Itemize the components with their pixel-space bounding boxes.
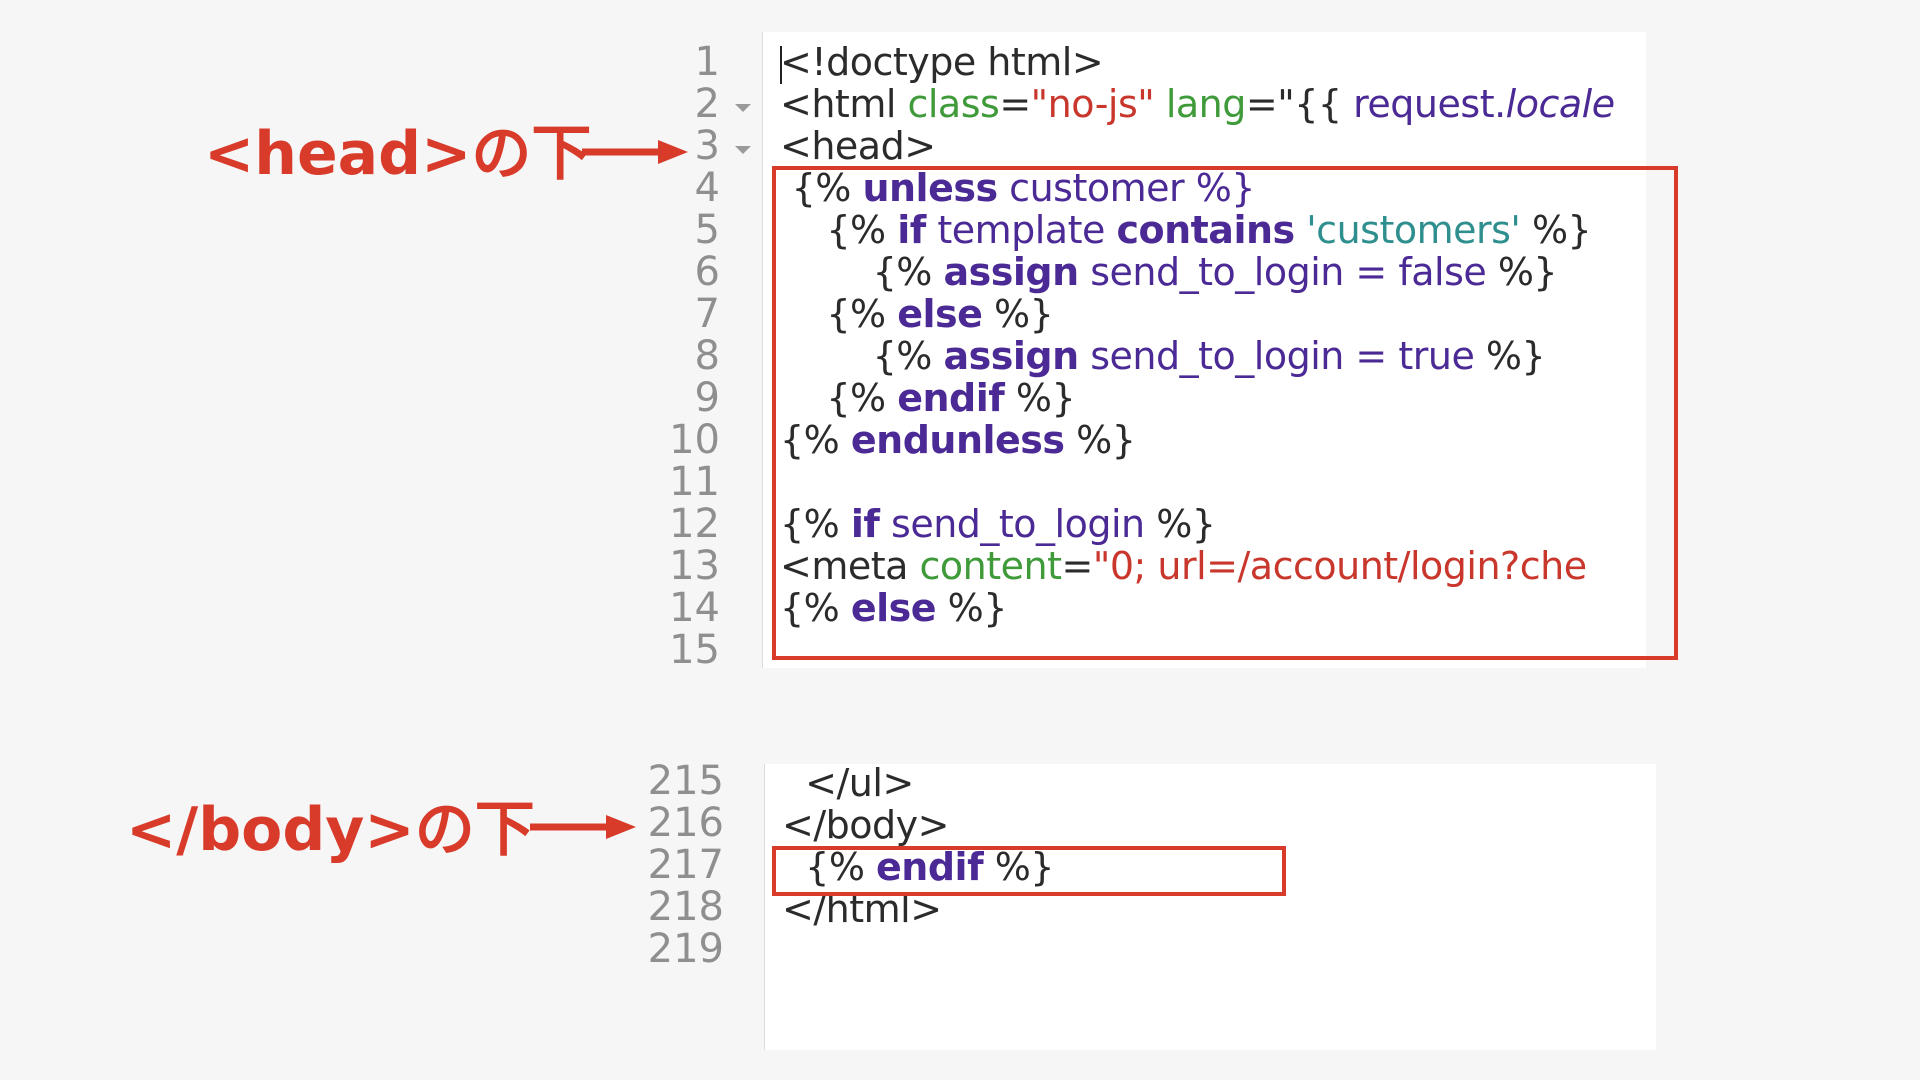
line-number: 14 (669, 585, 720, 631)
head-annotation-label: <head>の下 (204, 119, 592, 189)
line-number: 15 (669, 627, 720, 673)
highlight-box-head (772, 166, 1678, 660)
line-number: 7 (694, 291, 720, 337)
body-annotation-label: </body>の下 (126, 795, 535, 865)
body-arrow-icon (530, 815, 636, 839)
line-number: 216 (647, 800, 724, 846)
line-number: 3 (694, 123, 720, 169)
line-number: 2 (694, 81, 720, 127)
line-number: 218 (647, 884, 724, 930)
bottom-code-area: </ul> </body> {% endif %} </html> (780, 764, 1656, 1050)
line-number: 11 (669, 459, 720, 505)
code-line-2: <html class="no-js" lang="{{ request.loc… (780, 82, 1615, 126)
top-gutter-divider (762, 32, 763, 668)
line-number: 4 (694, 165, 720, 211)
line-number: 217 (647, 842, 724, 888)
line-number: 10 (669, 417, 720, 463)
line-number: 5 (694, 207, 720, 253)
highlight-box-body (772, 846, 1286, 896)
line-number: 219 (647, 926, 724, 972)
fold-toggle-icon[interactable] (735, 146, 751, 154)
line-number: 9 (694, 375, 720, 421)
line-number: 13 (669, 543, 720, 589)
line-number: 1 (694, 39, 720, 85)
line-number: 8 (694, 333, 720, 379)
code-line-216: </body> (782, 803, 949, 847)
code-line-215: </ul> (782, 764, 914, 805)
code-line-3: <head> (780, 124, 936, 168)
code-line-1: <!doctype html> (780, 40, 1104, 84)
fold-toggle-icon[interactable] (735, 104, 751, 112)
bottom-gutter-divider (764, 764, 765, 1050)
line-number: 12 (669, 501, 720, 547)
line-number: 215 (647, 758, 724, 804)
line-number: 6 (694, 249, 720, 295)
